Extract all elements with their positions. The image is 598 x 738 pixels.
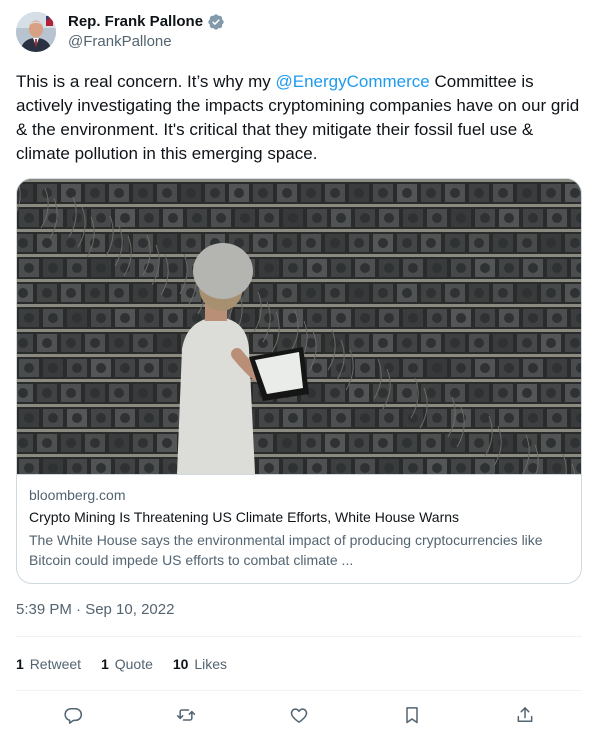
author-name[interactable]: Rep. Frank Pallone [68, 12, 225, 32]
card-meta: bloomberg.com Crypto Mining Is Threateni… [17, 474, 581, 583]
tweet-timestamp[interactable]: 5:39 PM · Sep 10, 2022 [16, 600, 174, 620]
like-icon[interactable] [288, 704, 310, 726]
likes-stat[interactable]: 10 Likes [173, 654, 227, 674]
card-description: The White House says the environmental i… [29, 532, 543, 568]
divider [16, 690, 582, 691]
verified-badge-icon [207, 13, 225, 31]
retweets-count: 1 [16, 656, 24, 672]
avatar[interactable] [16, 12, 56, 52]
quotes-count: 1 [101, 656, 109, 672]
action-bar [16, 702, 582, 728]
avatar-image [16, 12, 56, 52]
share-icon[interactable] [514, 704, 536, 726]
card-domain: bloomberg.com [29, 487, 126, 503]
likes-count: 10 [172, 656, 189, 672]
likes-label: Likes [194, 656, 228, 672]
tweet-text-before: This is a real concern. It’s why my [16, 72, 276, 91]
retweet-icon[interactable] [175, 704, 197, 726]
engagement-stats: 1 Retweet 1 Quote 10 Likes [16, 654, 227, 674]
quotes-label: Quote [114, 656, 153, 672]
tweet-text: This is a real concern. It’s why my @Ene… [16, 70, 582, 166]
author-handle[interactable]: @FrankPallone [68, 32, 172, 52]
reply-icon[interactable] [62, 704, 84, 726]
card-image [17, 179, 581, 474]
mention-link[interactable]: @EnergyCommerce [276, 72, 430, 91]
card-title: Crypto Mining Is Threatening US Climate … [29, 509, 460, 525]
bookmark-icon[interactable] [401, 704, 423, 726]
divider [16, 636, 582, 637]
retweets-label: Retweet [29, 656, 82, 672]
link-card[interactable]: bloomberg.com Crypto Mining Is Threateni… [16, 178, 582, 584]
retweets-stat[interactable]: 1 Retweet [16, 654, 81, 674]
quotes-stat[interactable]: 1 Quote [101, 654, 153, 674]
author-name-text: Rep. Frank Pallone [68, 13, 204, 30]
